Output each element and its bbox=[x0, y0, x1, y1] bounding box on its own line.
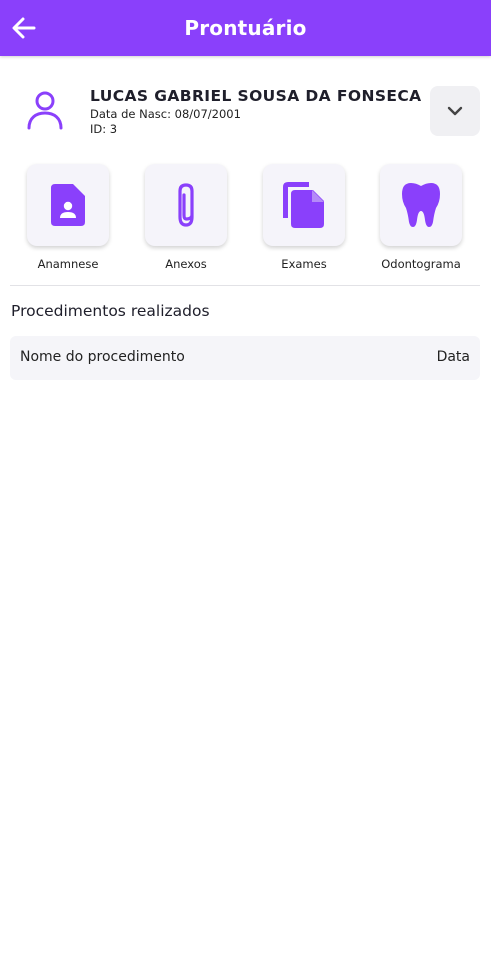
patient-birth-date: Data de Nasc: 08/07/2001 bbox=[90, 107, 241, 121]
procedures-title: Procedimentos realizados bbox=[11, 302, 210, 320]
shortcut-label: Anexos bbox=[165, 257, 207, 271]
copy-files-icon bbox=[283, 182, 324, 228]
column-header-date: Data bbox=[436, 349, 470, 365]
shortcut-anexos[interactable]: Anexos bbox=[136, 164, 236, 276]
divider bbox=[10, 285, 480, 286]
shortcut-odontograma[interactable]: Odontograma bbox=[371, 164, 471, 276]
shortcut-anexos-card[interactable] bbox=[145, 164, 227, 246]
expand-details-button[interactable] bbox=[430, 86, 480, 136]
shortcut-anamnese-card[interactable] bbox=[27, 164, 109, 246]
procedures-table-header: Nome do procedimento Data bbox=[10, 336, 480, 380]
app-bar: Prontuário bbox=[0, 0, 491, 56]
shortcut-anamnese[interactable]: Anamnese bbox=[18, 164, 118, 276]
shortcut-label: Anamnese bbox=[37, 257, 99, 271]
page-title: Prontuário bbox=[184, 16, 307, 40]
contact-file-icon bbox=[51, 184, 85, 226]
person-outline-icon bbox=[27, 91, 63, 130]
shortcut-exames-card[interactable] bbox=[263, 164, 345, 246]
tooth-icon bbox=[402, 183, 440, 227]
patient-id: ID: 3 bbox=[90, 122, 118, 136]
paperclip-icon bbox=[178, 183, 194, 227]
shortcut-label: Odontograma bbox=[381, 257, 461, 271]
chevron-down-icon bbox=[447, 106, 463, 116]
patient-card: LUCAS GABRIEL SOUSA DA FONSECA Data de N… bbox=[0, 80, 491, 144]
shortcut-odontograma-card[interactable] bbox=[380, 164, 462, 246]
shortcut-label: Exames bbox=[281, 257, 327, 271]
patient-name: LUCAS GABRIEL SOUSA DA FONSECA bbox=[90, 87, 422, 105]
shortcut-exames[interactable]: Exames bbox=[254, 164, 354, 276]
column-header-name: Nome do procedimento bbox=[20, 349, 185, 365]
